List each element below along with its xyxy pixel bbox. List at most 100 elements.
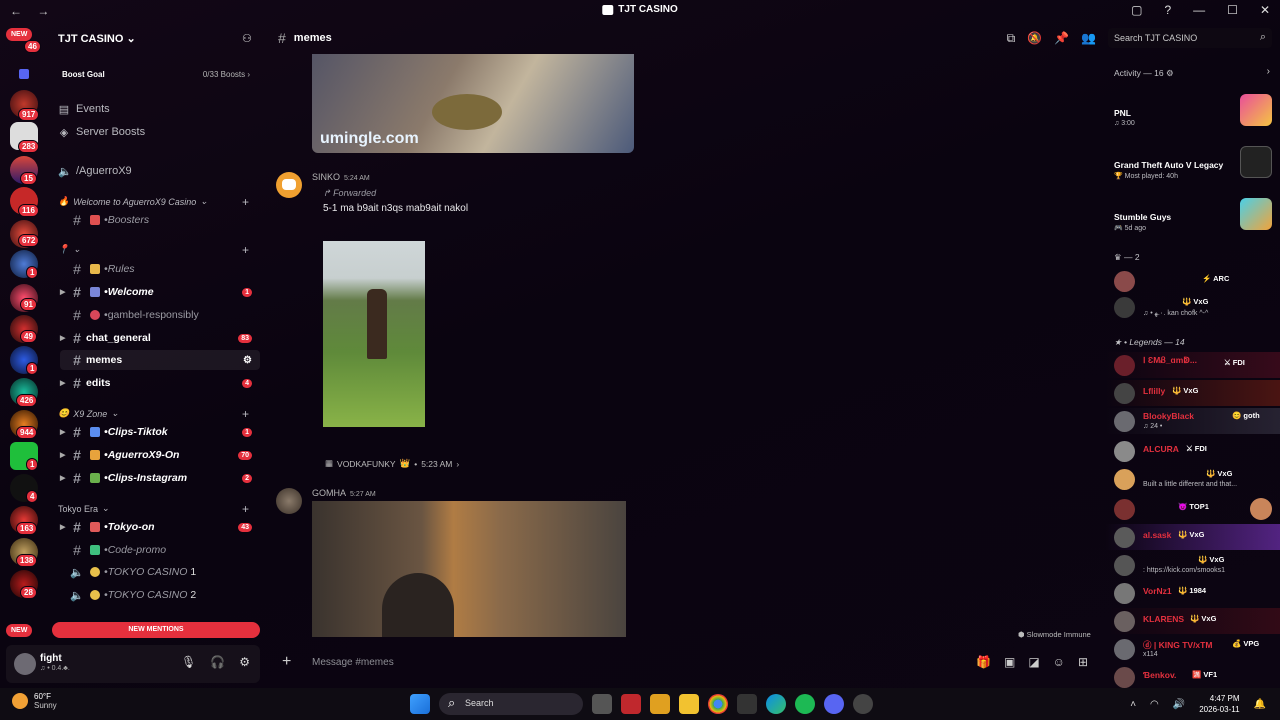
author-name[interactable]: SINKO [312,172,340,182]
app-icon[interactable] [853,694,873,714]
activity-row[interactable]: Grand Theft Auto V Legacy 🏆 Most played:… [1106,146,1280,180]
member-row[interactable]: ⓓ | KING TV/xTM 💰 VPG x114 [1106,636,1280,662]
search-box[interactable]: Search TJT CASINO ⌕ [1108,28,1272,48]
category-welcome[interactable]: 🔥 Welcome to AguerroX9 Casino ⌄ + [58,195,249,209]
channel-memes[interactable]: # memes ⚙ [60,350,260,370]
weather-widget[interactable]: 60°F Sunny [12,692,57,710]
channel-gambel[interactable]: # • gambel-responsibly [60,305,260,325]
aguerro-link-item[interactable]: 🔈 /AguerroX9 [58,162,132,180]
member-row[interactable]: 🔱 VxG ♫ • ٠.ﻬ. kan chofk ^-^ [1106,294,1280,320]
headphones-icon[interactable]: 🎧 [210,655,225,669]
app-icon[interactable] [650,694,670,714]
wifi-icon[interactable]: ◠ [1150,699,1159,710]
chevron-up-icon[interactable]: ˄ [1130,699,1136,710]
add-channel-icon[interactable]: + [242,243,249,257]
channel-aguerro-on[interactable]: ▶ # • AguerroX9-On 70 [60,445,260,465]
new-pill-top[interactable]: NEW [6,28,33,41]
member-row[interactable]: Lflilly 🔱 VxG [1106,380,1280,406]
category-tokyo[interactable]: Tokyo Era ⌄ + [58,502,249,516]
gear-icon[interactable]: ⚙ [239,655,250,669]
member-row[interactable]: KLARENS 🔱 VxG [1106,608,1280,634]
add-friend-icon[interactable]: ⚇ [242,32,252,45]
new-mentions-pill[interactable]: NEW MENTIONS [52,622,260,638]
author-name[interactable]: GOMHA [312,488,346,498]
member-row[interactable]: Ɓenkov. 🈵 VF1 [1106,664,1280,690]
discord-icon[interactable] [824,694,844,714]
pin-icon[interactable]: 📌 [1054,31,1069,46]
channel-clips-instagram[interactable]: ▶ # • Clips-Instagram 2 [60,468,260,488]
emoji-icon[interactable]: ☺ [1053,655,1065,669]
minimize-button[interactable]: — [1193,3,1205,17]
threads-icon[interactable]: ⧉ [1007,31,1016,46]
channel-rules[interactable]: # • Rules [60,259,260,279]
image-attachment[interactable] [312,501,626,637]
close-button[interactable]: ✕ [1260,3,1270,17]
app-icon[interactable] [621,694,641,714]
avatar[interactable] [276,488,302,514]
task-view-icon[interactable] [592,694,612,714]
boost-goal-bar[interactable]: Boost Goal 0/33 Boosts › [54,64,258,84]
gif-icon[interactable]: ▣ [1004,655,1015,669]
image-attachment[interactable] [323,241,425,427]
channel-welcome[interactable]: ▶ # • Welcome 1 [60,282,260,302]
attach-plus-icon[interactable]: + [282,653,291,671]
events-item[interactable]: ▤ Events [58,100,110,118]
edge-icon[interactable] [766,694,786,714]
settings-icon[interactable]: ⚙ [243,355,252,366]
member-row[interactable]: 🔱 VxG Built a little different and that..… [1106,466,1280,492]
nav-arrows[interactable]: ← → [10,4,55,18]
gear-icon[interactable]: ⚙ [1166,68,1174,78]
member-row[interactable]: BlookyBlack 😊 goth ♫ 24 • [1106,408,1280,434]
server-name-header[interactable]: TJT CASINO ⌄ [58,32,136,45]
sticker-icon[interactable]: ◪ [1028,655,1039,669]
image-attachment[interactable]: umingle.com [312,54,634,153]
channel-clips-tiktok[interactable]: ▶ # • Clips-Tiktok 1 [60,422,260,442]
channel-edits[interactable]: ▶ # edits 4 [60,373,260,393]
voice-tokyo-casino-1[interactable]: 🔈 • TOKYO CASINO 1 [60,562,260,582]
add-channel-icon[interactable]: + [242,195,249,209]
file-explorer-icon[interactable] [679,694,699,714]
member-row[interactable]: Ⅰ ƐMᏰ_ɑmↁ... ⚔ FDI [1106,352,1280,378]
channel-chat-general[interactable]: ▶ # chat_general 83 [60,328,260,348]
inbox-icon[interactable]: ▢ [1131,3,1142,17]
volume-icon[interactable]: 🔊 [1173,699,1185,710]
voice-tokyo-casino-2[interactable]: 🔈 • TOKYO CASINO 2 [60,585,260,605]
channel-code-promo[interactable]: # • Code-promo [60,540,260,560]
add-channel-icon[interactable]: + [242,407,249,421]
activity-row[interactable]: Stumble Guys 🎮 5d ago [1106,198,1280,232]
category-pin[interactable]: 📍 ⌄ + [58,243,249,257]
add-channel-icon[interactable]: + [242,502,249,516]
member-row[interactable]: ALCURA ⚔ FDI [1106,438,1280,464]
microphone-icon[interactable]: 🎙 [181,655,196,669]
apps-icon[interactable]: ⊞ [1078,655,1088,669]
notification-icon[interactable]: 🔔 [1254,699,1266,710]
member-row[interactable]: 😈 TOP1 [1106,496,1280,522]
windows-start-icon[interactable] [410,694,430,714]
message-composer[interactable]: + Message #memes 🎁 ▣ ◪ ☺ ⊞ [274,648,1096,678]
avatar[interactable] [14,653,36,675]
chevron-right-icon[interactable]: › [1267,66,1270,77]
app-icon[interactable] [737,694,757,714]
member-row[interactable]: VorNz1 🔱 1984 [1106,580,1280,606]
channel-boosters[interactable]: # • Boosters [60,210,260,230]
taskbar-search[interactable]: Search [439,693,583,715]
member-row[interactable]: ⚡ ARC [1106,268,1280,294]
member-row[interactable]: 🔱 VxG: https://kick.com/smooks1 [1106,552,1280,578]
members-icon[interactable]: 👥 [1081,31,1096,46]
member-row[interactable]: al.sask 🔱 VxG [1106,524,1280,550]
chrome-icon[interactable] [708,694,728,714]
activity-row[interactable]: PNL ♫ 3:00 [1106,94,1280,127]
channel-tokyo-on[interactable]: ▶ # • Tokyo-on 43 [60,517,260,537]
forward-source[interactable]: ▦ VODKAFUNKY 👑 • 5:23 AM › [325,458,459,469]
mute-bell-icon[interactable]: 🔕 [1027,31,1042,46]
maximize-button[interactable]: ☐ [1227,3,1238,17]
help-icon[interactable]: ? [1164,3,1171,17]
avatar[interactable] [276,172,302,198]
new-pill-bottom[interactable]: NEW [6,624,33,637]
gift-icon[interactable]: 🎁 [976,655,991,669]
category-x9[interactable]: 😊 X9 Zone ⌄ + [58,407,249,421]
clock[interactable]: 4:47 PM 2026-03-11 [1199,693,1239,715]
dm-home-icon[interactable] [10,60,38,88]
spotify-icon[interactable] [795,694,815,714]
server-boosts-item[interactable]: ◈ Server Boosts [58,123,145,141]
